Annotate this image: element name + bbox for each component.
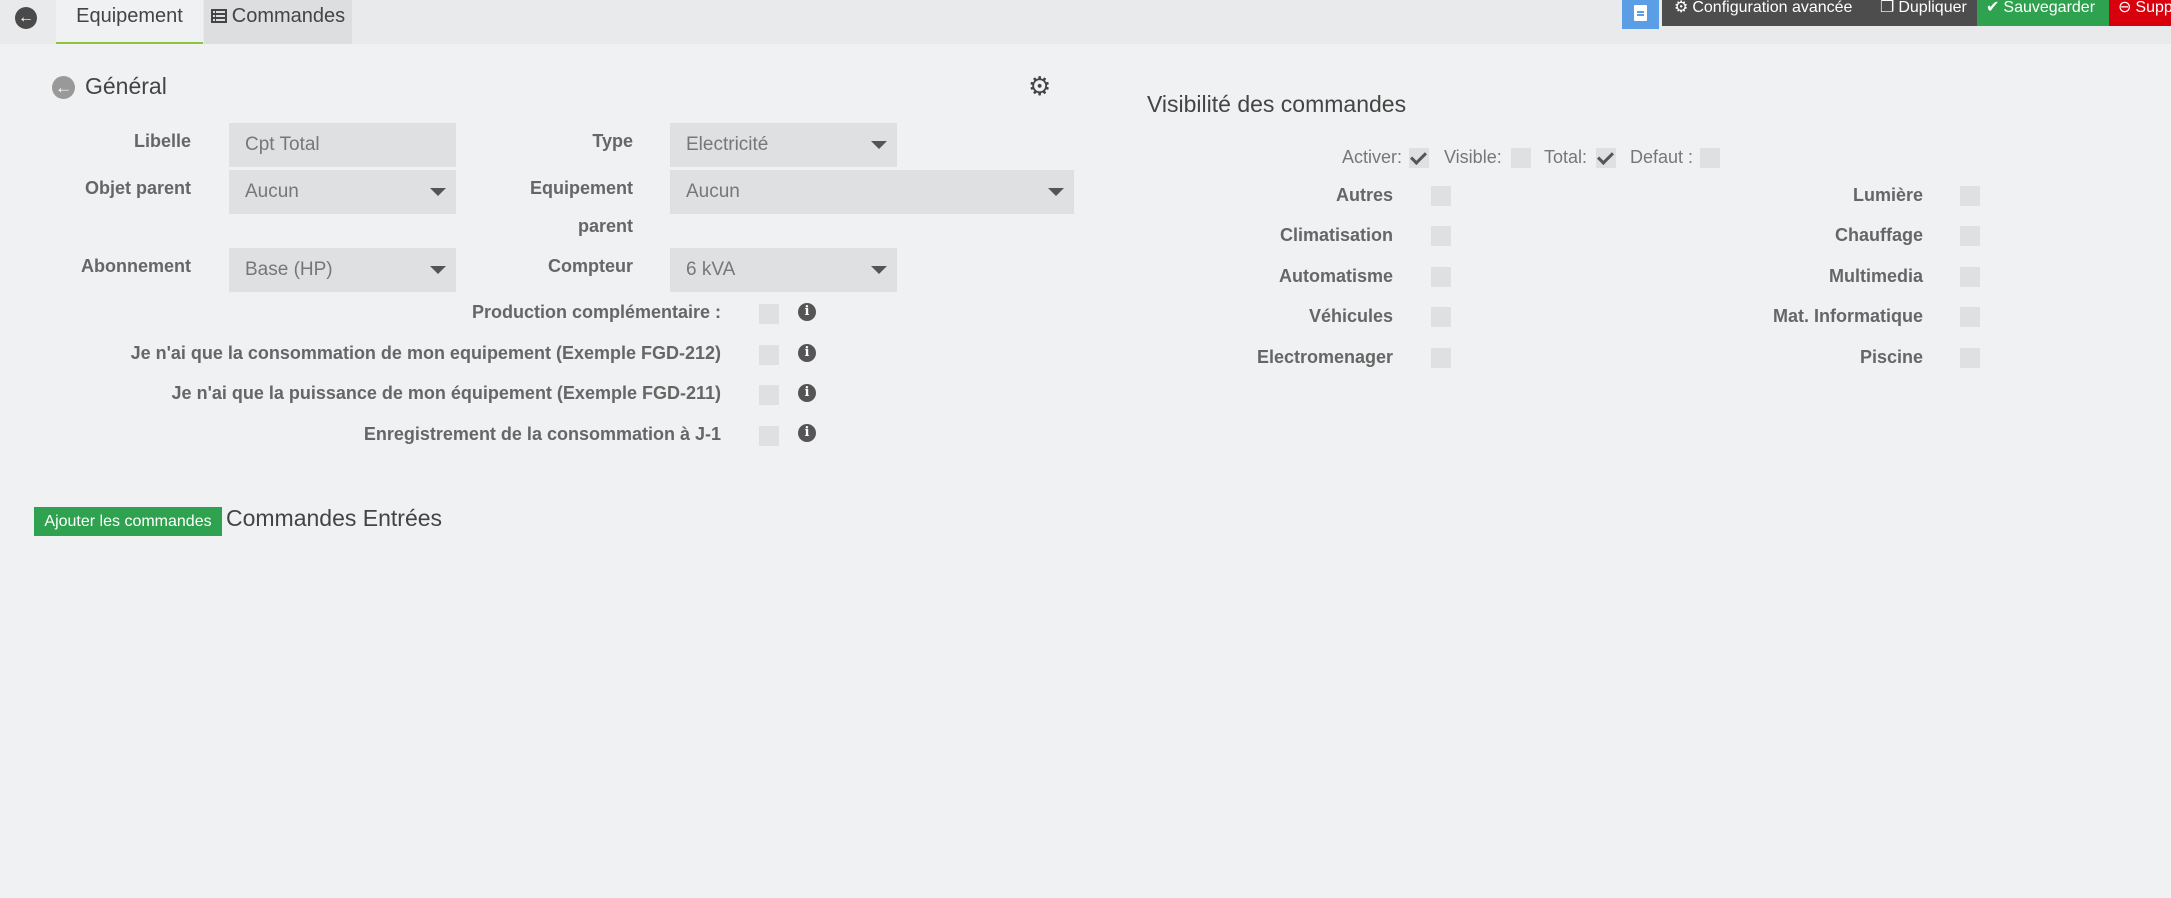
back-circle-icon[interactable]: ← — [52, 76, 75, 99]
sauvegarder-button[interactable]: ✔ Sauvegarder — [1977, 0, 2109, 26]
copy-icon: ❐ — [1880, 0, 1895, 16]
equipement-parent-label-line1: Equipement — [529, 178, 633, 198]
abonnement-label: Abonnement — [81, 256, 191, 276]
visibilite-title: Visibilité des commandes — [1147, 91, 1407, 117]
category-checkbox-autres[interactable] — [1431, 186, 1451, 206]
chevron-down-icon — [1048, 188, 1064, 196]
abonnement-value: Base (HP) — [245, 259, 333, 280]
equipement-parent-value: Aucun — [686, 181, 740, 202]
option-checkbox-puissance[interactable] — [759, 385, 779, 405]
documentation-button[interactable] — [1622, 0, 1659, 29]
category-checkbox-mat-informatique[interactable] — [1960, 307, 1980, 327]
category-checkbox-vehicules[interactable] — [1431, 307, 1451, 327]
flag-checkbox-visible[interactable] — [1511, 148, 1531, 168]
equipement-parent-label-line2: parent — [577, 216, 633, 236]
option-label-j1: Enregistrement de la consommation à J-1 — [363, 424, 721, 444]
tab-commandes-label: Commandes — [231, 5, 346, 27]
back-arrow-icon[interactable]: ← — [15, 7, 37, 29]
libelle-input[interactable]: Cpt Total — [229, 123, 456, 167]
option-checkbox-j1[interactable] — [759, 426, 779, 446]
chevron-down-icon — [871, 266, 887, 274]
sauvegarder-label: Sauvegarder — [2003, 0, 2096, 16]
category-label-piscine: Piscine — [1859, 347, 1923, 367]
chevron-down-icon — [430, 188, 446, 196]
info-icon[interactable]: i — [798, 303, 816, 321]
flag-label-activer: Activer: — [1342, 147, 1403, 167]
category-checkbox-automatisme[interactable] — [1431, 267, 1451, 287]
category-label-climatisation: Climatisation — [1279, 225, 1393, 245]
info-icon[interactable]: i — [798, 424, 816, 442]
configuration-avancee-label: Configuration avancée — [1692, 0, 1853, 16]
category-label-chauffage: Chauffage — [1834, 225, 1923, 245]
category-label-autres: Autres — [1335, 185, 1393, 205]
flag-label-visible: Visible: — [1444, 147, 1502, 167]
libelle-label: Libelle — [133, 131, 191, 151]
ajouter-commandes-button[interactable]: Ajouter les commandes — [34, 507, 222, 536]
compteur-select[interactable]: 6 kVA — [670, 248, 897, 292]
category-checkbox-piscine[interactable] — [1960, 348, 1980, 368]
tab-equipement[interactable]: Equipement — [56, 0, 203, 44]
flag-checkbox-total[interactable] — [1596, 148, 1616, 168]
configuration-avancee-button[interactable]: ⚙ Configuration avancée — [1662, 0, 1874, 26]
category-label-lumiere: Lumière — [1852, 185, 1923, 205]
check-circle-icon: ✔ — [1986, 0, 2000, 16]
advanced-settings-gears-icon[interactable]: ⚙ — [1028, 71, 1051, 102]
type-select[interactable]: Electricité — [670, 123, 897, 167]
objet-parent-label: Objet parent — [84, 178, 191, 198]
flag-label-defaut: Defaut : — [1630, 147, 1694, 167]
commandes-entrees-title: Commandes Entrées — [226, 505, 443, 531]
chevron-down-icon — [430, 266, 446, 274]
list-icon — [210, 9, 227, 23]
category-label-multimedia: Multimedia — [1828, 266, 1923, 286]
option-label-puissance: Je n'ai que la puissance de mon équipeme… — [171, 383, 721, 403]
category-label-automatisme: Automatisme — [1278, 266, 1393, 286]
category-checkbox-lumiere[interactable] — [1960, 186, 1980, 206]
supprimer-button[interactable]: ⊖ Supp — [2109, 0, 2171, 26]
category-checkbox-multimedia[interactable] — [1960, 267, 1980, 287]
flag-label-total: Total: — [1544, 147, 1588, 167]
flag-checkbox-defaut[interactable] — [1700, 148, 1720, 168]
info-icon[interactable]: i — [798, 344, 816, 362]
type-label: Type — [592, 131, 633, 151]
supprimer-label: Supp — [2135, 0, 2171, 16]
dupliquer-button[interactable]: ❐ Dupliquer — [1874, 0, 1977, 26]
option-label-consommation: Je n'ai que la consommation de mon equip… — [130, 343, 721, 363]
objet-parent-value: Aucun — [245, 181, 299, 202]
general-title: Général — [85, 73, 167, 99]
chevron-down-icon — [871, 141, 887, 149]
gears-icon: ⚙ — [1674, 0, 1689, 16]
flag-checkbox-activer[interactable] — [1409, 148, 1429, 168]
option-label-production: Production complémentaire : — [471, 302, 721, 322]
objet-parent-select[interactable]: Aucun — [229, 170, 456, 214]
info-icon[interactable]: i — [798, 384, 816, 402]
category-label-mat-informatique: Mat. Informatique — [1772, 306, 1923, 326]
category-checkbox-climatisation[interactable] — [1431, 226, 1451, 246]
category-label-vehicules: Véhicules — [1308, 306, 1393, 326]
option-checkbox-consommation[interactable] — [759, 345, 779, 365]
category-label-electromenager: Electromenager — [1256, 347, 1393, 367]
compteur-label: Compteur — [548, 256, 633, 276]
book-icon — [1634, 5, 1647, 21]
minus-circle-icon: ⊖ — [2118, 0, 2132, 16]
option-checkbox-production[interactable] — [759, 304, 779, 324]
category-checkbox-electromenager[interactable] — [1431, 348, 1451, 368]
tab-commandes[interactable]: Commandes — [204, 0, 352, 44]
compteur-value: 6 kVA — [686, 259, 736, 280]
equipement-parent-select[interactable]: Aucun — [670, 170, 1074, 214]
type-value: Electricité — [686, 134, 769, 155]
dupliquer-label: Dupliquer — [1898, 0, 1967, 16]
category-checkbox-chauffage[interactable] — [1960, 226, 1980, 246]
abonnement-select[interactable]: Base (HP) — [229, 248, 456, 292]
